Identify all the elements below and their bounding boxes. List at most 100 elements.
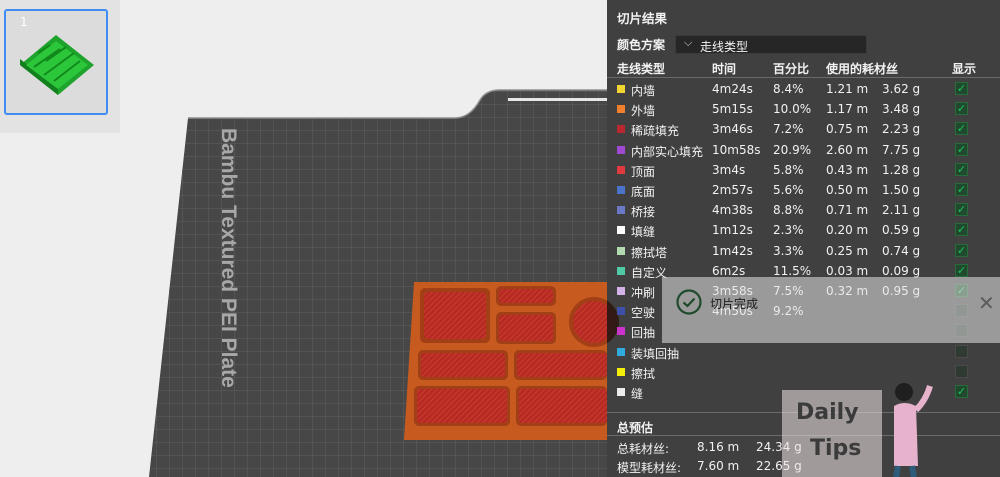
header-show: 显示 — [952, 62, 977, 76]
show-checkbox[interactable]: ✓ — [955, 122, 968, 136]
weight-cell: 0.59 g — [882, 223, 921, 238]
tips-line2: Tips — [810, 436, 862, 461]
plate-thumbnail[interactable]: 1 — [4, 9, 108, 115]
line-type-label: 内部实心填充 — [631, 144, 704, 159]
time-cell: 3m46s — [712, 122, 753, 137]
color-swatch — [617, 307, 625, 316]
weight-cell: 3.62 g — [882, 82, 921, 96]
table-row: 外墙 5m15s 10.0% 1.17 m 3.48 g ✓ — [607, 99, 1000, 119]
time-cell: 5m15s — [712, 102, 753, 117]
color-swatch — [617, 266, 625, 275]
weight-cell: 0.09 g — [882, 263, 921, 278]
time-cell: 2m57s — [712, 183, 753, 197]
plate-model-thumbnail — [20, 35, 94, 95]
line-type-label: 空驶 — [631, 306, 656, 321]
toast-message: 切片完成 — [710, 297, 759, 311]
line-type-label: 底面 — [631, 185, 656, 199]
color-scheme-value: 走线类型 — [700, 40, 749, 54]
color-swatch — [617, 165, 625, 174]
color-swatch — [617, 347, 625, 356]
table-row: 顶面 3m4s 5.8% 0.43 m 1.28 g ✓ — [607, 160, 1000, 180]
line-type-label: 桥接 — [631, 205, 656, 220]
time-cell: 4m24s — [712, 82, 753, 96]
weight-cell: 1.28 g — [882, 162, 921, 177]
length-cell: 0.71 m — [826, 203, 869, 218]
color-swatch — [617, 246, 625, 255]
show-checkbox[interactable]: ✓ — [955, 243, 968, 257]
model-filament-label: 模型耗材丝: — [617, 461, 682, 475]
show-checkbox[interactable]: ✓ — [955, 223, 968, 237]
color-swatch — [617, 105, 625, 114]
show-checkbox[interactable]: ✓ — [955, 162, 968, 176]
slice-complete-toast: 切片完成 ✕ — [662, 277, 1000, 343]
time-cell: 1m12s — [712, 223, 753, 238]
length-cell: 0.20 m — [826, 223, 869, 238]
color-swatch — [617, 85, 625, 93]
show-checkbox[interactable]: ✓ — [955, 263, 968, 277]
show-checkbox[interactable]: ✓ — [955, 102, 968, 116]
total-filament-label: 总耗材丝: — [617, 442, 670, 456]
weight-cell: 7.75 g — [882, 142, 921, 157]
close-icon[interactable]: ✕ — [978, 291, 995, 315]
line-type-label: 填缝 — [631, 225, 656, 240]
header-percent: 百分比 — [773, 62, 810, 76]
show-checkbox[interactable]: ✓ — [955, 142, 968, 156]
line-type-label: 擦拭 — [631, 366, 656, 381]
percent-cell: 7.2% — [773, 122, 804, 137]
line-type-label: 冲刷 — [631, 286, 656, 300]
line-type-label: 擦拭塔 — [631, 245, 668, 260]
time-cell: 1m42s — [712, 243, 753, 258]
color-swatch — [617, 226, 625, 235]
line-type-label: 稀疏填充 — [631, 124, 680, 139]
weight-cell: 3.48 g — [882, 102, 921, 117]
time-cell: 3m4s — [712, 162, 746, 177]
header-time: 时间 — [712, 62, 737, 76]
color-swatch — [617, 388, 625, 396]
chevron-down-icon: ⌵ — [684, 36, 693, 49]
length-cell: 0.50 m — [826, 183, 869, 197]
line-type-label: 内墙 — [631, 84, 656, 98]
line-type-label: 回抽 — [631, 326, 656, 341]
color-swatch — [617, 367, 625, 376]
table-row: 内墙 4m24s 8.4% 1.21 m 3.62 g ✓ — [607, 79, 1000, 99]
total-filament-length: 8.16 m — [697, 440, 740, 454]
color-swatch — [617, 145, 625, 154]
percent-cell: 5.6% — [773, 183, 804, 197]
color-swatch — [617, 186, 625, 194]
panel-title: 切片结果 — [617, 11, 668, 26]
line-type-label: 装填回抽 — [631, 346, 680, 361]
percent-cell: 11.5% — [773, 263, 812, 278]
show-checkbox[interactable]: ✓ — [955, 203, 968, 217]
color-swatch — [617, 327, 625, 336]
show-checkbox[interactable] — [955, 364, 968, 378]
plate-label: Bambu Textured PEI Plate — [217, 128, 240, 388]
tips-illustration — [782, 383, 933, 477]
length-cell: 0.03 m — [826, 263, 869, 278]
summary-title: 总预估 — [617, 421, 654, 435]
line-type-label: 缝 — [631, 387, 644, 401]
table-row: 擦拭塔 1m42s 3.3% 0.25 m 0.74 g ✓ — [607, 241, 1000, 261]
plate-number: 1 — [20, 15, 28, 29]
daily-tips-widget[interactable]: Daily Tips — [760, 376, 940, 477]
length-cell: 0.25 m — [826, 243, 869, 258]
sliced-model[interactable] — [404, 282, 619, 440]
plate-list: 1 — [0, 0, 120, 133]
color-scheme-select[interactable]: ⌵ 走线类型 — [675, 35, 867, 54]
table-row: 填缝 1m12s 2.3% 0.20 m 0.59 g ✓ — [607, 220, 1000, 240]
time-cell: 6m2s — [712, 263, 746, 278]
percent-cell: 8.8% — [773, 203, 804, 218]
color-scheme-label: 颜色方案 — [617, 38, 666, 52]
line-type-label: 外墙 — [631, 104, 656, 119]
show-checkbox[interactable]: ✓ — [955, 82, 968, 95]
show-checkbox[interactable] — [955, 344, 968, 358]
show-checkbox[interactable]: ✓ — [955, 385, 968, 398]
header-divider — [607, 77, 1000, 78]
show-checkbox[interactable]: ✓ — [955, 183, 968, 196]
percent-cell: 2.3% — [773, 223, 804, 238]
percent-cell: 8.4% — [773, 82, 804, 96]
check-circle-icon — [676, 289, 702, 315]
percent-cell: 20.9% — [773, 142, 812, 157]
header-line-type: 走线类型 — [617, 62, 666, 76]
percent-cell: 10.0% — [773, 102, 812, 117]
length-cell: 1.21 m — [826, 82, 869, 96]
